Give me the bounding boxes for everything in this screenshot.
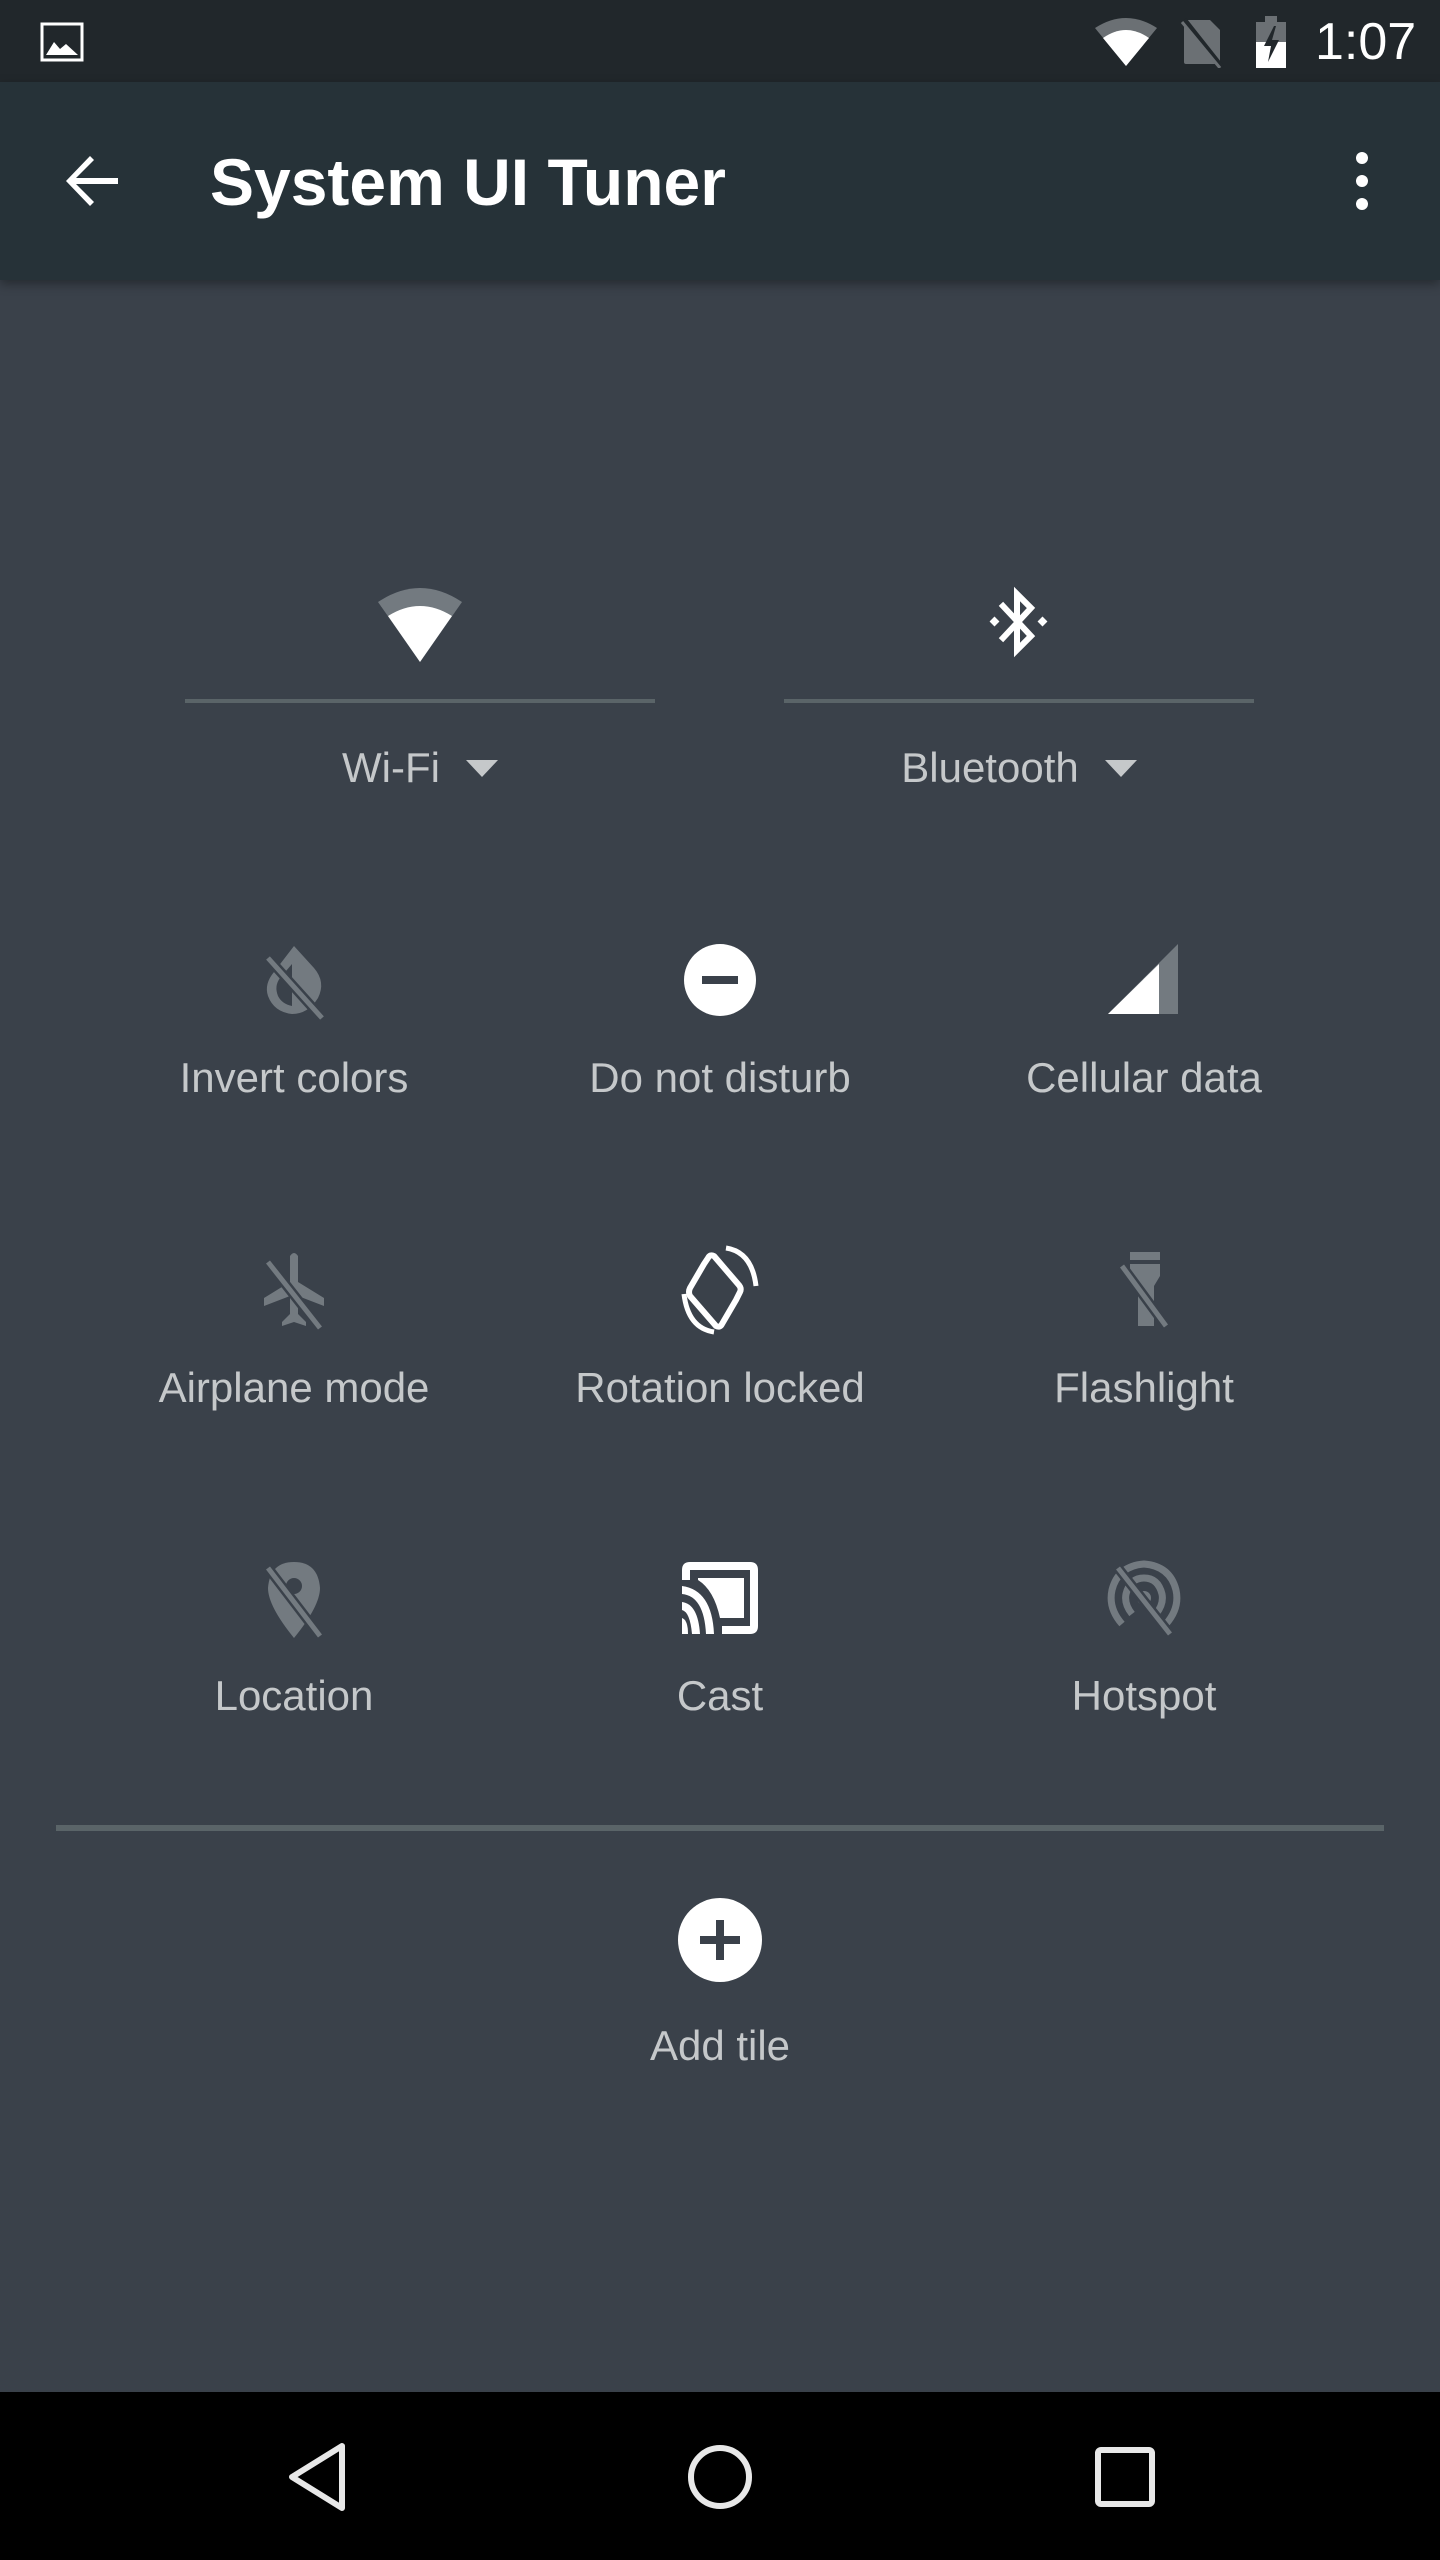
tile-divider <box>784 699 1254 703</box>
screen-rotation-icon <box>681 1245 759 1335</box>
status-bar: 1:07 <box>0 0 1440 82</box>
tile-label: Wi-Fi <box>342 744 440 791</box>
tile-label: Cellular data <box>1026 1054 1262 1101</box>
tile-label: Invert colors <box>179 1054 409 1101</box>
wifi-icon <box>378 588 462 662</box>
app-toolbar: System UI Tuner <box>0 82 1440 280</box>
tile-wifi[interactable]: Wi-Fi <box>185 540 655 840</box>
hotspot-off-icon <box>1107 1560 1181 1638</box>
tile-label: Rotation locked <box>575 1364 865 1411</box>
cast-icon <box>682 1562 758 1634</box>
tile-flashlight[interactable]: Flashlight <box>934 1242 1354 1462</box>
wifi-signal-icon <box>1095 18 1157 66</box>
bluetooth-label-row[interactable]: Bluetooth <box>784 740 1254 796</box>
tile-do-not-disturb[interactable]: Do not disturb <box>510 932 930 1152</box>
tile-invert-colors[interactable]: Invert colors <box>84 932 504 1152</box>
navigation-bar <box>0 2392 1440 2560</box>
nav-home-icon[interactable] <box>675 2432 765 2522</box>
tile-cast[interactable]: Cast <box>510 1550 930 1770</box>
invert-colors-off-icon <box>264 946 326 1022</box>
cellular-signal-icon <box>1108 944 1178 1014</box>
tile-label: Cast <box>676 1672 764 1719</box>
add-circle-icon <box>678 1898 762 1982</box>
tile-divider <box>185 699 655 703</box>
tile-airplane-mode[interactable]: Airplane mode <box>84 1242 504 1462</box>
tile-bluetooth[interactable]: Bluetooth <box>784 540 1254 840</box>
tile-label: Location <box>214 1672 374 1719</box>
flashlight-off-icon <box>1117 1252 1171 1329</box>
section-divider <box>56 1825 1384 1831</box>
tile-location[interactable]: Location <box>84 1550 504 1770</box>
tile-cellular-data[interactable]: Cellular data <box>934 932 1354 1152</box>
location-off-icon <box>264 1562 324 1640</box>
dropdown-arrow-icon[interactable] <box>465 760 498 778</box>
more-vert-icon[interactable] <box>1336 148 1388 214</box>
do-not-disturb-icon <box>684 944 756 1016</box>
image-icon <box>40 22 84 62</box>
tile-label: Bluetooth <box>901 744 1079 791</box>
dropdown-arrow-icon[interactable] <box>1104 760 1137 778</box>
tile-label: Do not disturb <box>589 1054 851 1101</box>
airplane-off-icon <box>264 1253 324 1332</box>
tile-label: Airplane mode <box>158 1364 430 1411</box>
bluetooth-icon <box>989 586 1048 658</box>
clock: 1:07 <box>1315 13 1417 71</box>
nav-recents-icon[interactable] <box>1080 2432 1170 2522</box>
tile-label: Add tile <box>649 2022 791 2069</box>
tile-label: Hotspot <box>1071 1672 1217 1719</box>
battery-charging-icon <box>1256 16 1286 68</box>
wifi-label-row[interactable]: Wi-Fi <box>185 740 655 796</box>
page-title: System UI Tuner <box>210 145 726 219</box>
tile-hotspot[interactable]: Hotspot <box>934 1550 1354 1770</box>
tile-rotation-locked[interactable]: Rotation locked <box>510 1242 930 1462</box>
arrow-back-icon[interactable] <box>60 148 126 214</box>
no-sim-icon <box>1180 18 1224 68</box>
add-tile-button[interactable]: Add tile <box>510 1892 930 2112</box>
nav-back-icon[interactable] <box>272 2432 362 2522</box>
tile-label: Flashlight <box>1054 1364 1234 1411</box>
